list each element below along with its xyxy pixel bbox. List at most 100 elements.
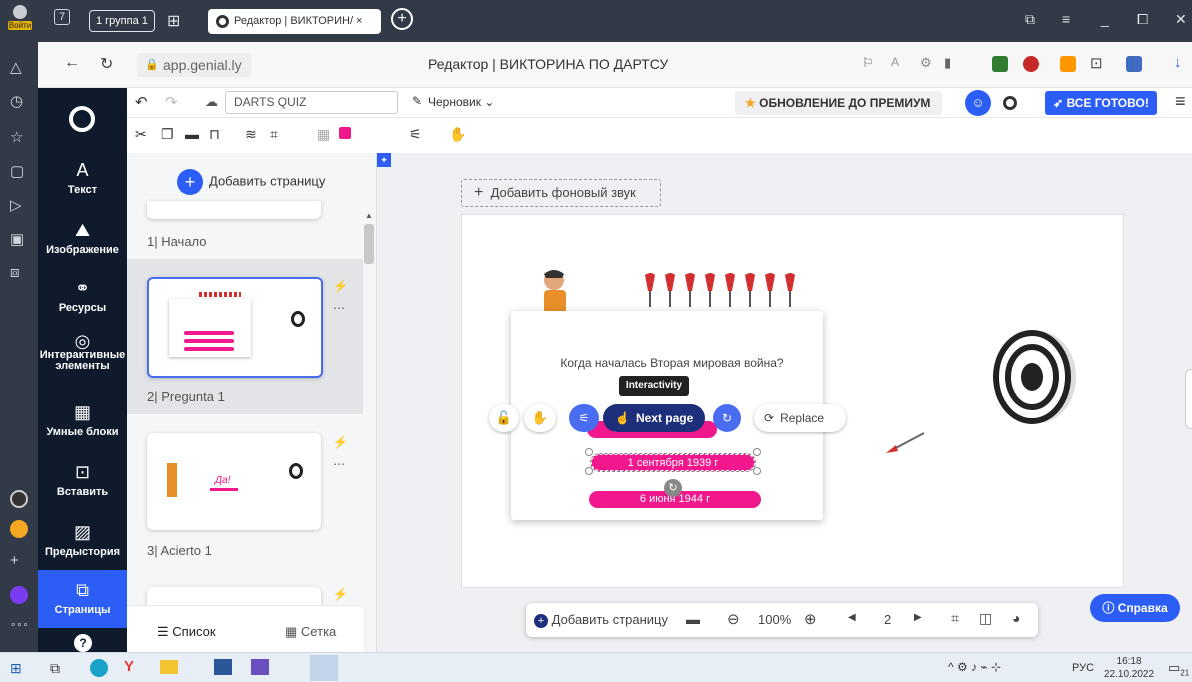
next-page-icon[interactable]: ▶: [914, 612, 922, 623]
notifications-icon[interactable]: △: [10, 58, 22, 76]
url-field[interactable]: 🔒 app.genial.ly: [137, 53, 251, 77]
delete-icon[interactable]: ▬: [185, 126, 199, 142]
menu-icon[interactable]: ≡: [1062, 11, 1070, 27]
list-view-button[interactable]: ☰ Список: [157, 624, 216, 640]
element-lock-button[interactable]: 🔓: [489, 404, 519, 432]
project-name-field[interactable]: DARTS QUIZ: [225, 91, 398, 114]
back-icon[interactable]: ←: [64, 54, 80, 72]
trash-icon[interactable]: ▬: [686, 611, 700, 627]
extension-red-icon[interactable]: [1023, 56, 1039, 72]
preview-icon[interactable]: [1003, 96, 1017, 110]
magic-icon[interactable]: ⚡: [333, 279, 348, 293]
tab-count-icon[interactable]: 7: [54, 9, 71, 25]
page-thumbnail-1[interactable]: [147, 201, 321, 219]
profile-avatar[interactable]: Войти: [8, 5, 32, 35]
app-orange-icon[interactable]: [10, 520, 28, 538]
side-panel-tab[interactable]: [1185, 369, 1192, 429]
layers-icon[interactable]: ≋: [245, 126, 257, 143]
app-icon[interactable]: [251, 659, 269, 675]
tray-icons[interactable]: ^ ⚙ ♪ ⌁ ⊹: [948, 660, 1001, 674]
scrollbar[interactable]: ▲: [363, 211, 375, 605]
screenshot-icon[interactable]: ⧈: [10, 264, 20, 281]
upgrade-button[interactable]: ★ ОБНОВЛЕНИЕ ДО ПРЕМИУМ: [735, 91, 942, 115]
hamburger-menu-icon[interactable]: ≡: [1175, 91, 1186, 112]
rotate-handle-icon[interactable]: ↻: [664, 479, 682, 497]
cut-icon[interactable]: ✂: [135, 126, 147, 143]
sidebar-app-icon[interactable]: ▣: [10, 230, 24, 248]
zoom-out-icon[interactable]: ⊖: [727, 610, 740, 628]
page-thumbnail-2[interactable]: [147, 277, 323, 378]
profile-ext-icon[interactable]: [1126, 56, 1142, 72]
magic-icon[interactable]: ⚡: [333, 435, 348, 449]
add-app-icon[interactable]: +: [10, 552, 19, 569]
reader-icon[interactable]: A: [891, 55, 899, 69]
active-browser-tab[interactable]: Редактор | ВИКТОРИН/ ×: [208, 9, 381, 34]
next-page-button[interactable]: ☝ Next page: [603, 404, 705, 432]
new-tab-icon[interactable]: +: [391, 8, 413, 30]
extension-green-icon[interactable]: [992, 56, 1008, 72]
help-button[interactable]: ⓘ Справка: [1090, 594, 1180, 622]
add-sound-button[interactable]: + Добавить фоновый звук: [461, 179, 661, 207]
page-thumbnail-4[interactable]: [147, 587, 321, 607]
bookmark-icon[interactable]: ▮: [944, 55, 951, 71]
edit-interaction-button[interactable]: ↻: [713, 404, 741, 432]
scroll-thumb[interactable]: [364, 224, 374, 264]
fit-screen-icon[interactable]: ⌗: [951, 610, 959, 627]
resize-handle[interactable]: [585, 448, 593, 456]
download-icon[interactable]: ↓: [1174, 54, 1182, 71]
redo-icon[interactable]: ↷: [165, 93, 178, 111]
draft-dropdown[interactable]: Черновик ⌄: [428, 95, 494, 109]
maximize-icon[interactable]: ⧠: [1137, 11, 1148, 28]
extension-colorful-icon[interactable]: [1060, 56, 1076, 72]
sidebar-item-resources[interactable]: ⚭ Ресурсы: [38, 278, 127, 314]
add-page-top-button[interactable]: + Добавить страницу: [177, 169, 325, 195]
pin-icon[interactable]: ✦: [377, 153, 391, 167]
sidebar-item-text[interactable]: A Текст: [38, 160, 127, 196]
element-hand-button[interactable]: ✋: [524, 404, 556, 432]
word-icon[interactable]: [214, 659, 232, 675]
transparency-icon[interactable]: ▦: [317, 126, 330, 143]
page-more-icon[interactable]: ⋯: [333, 301, 345, 315]
add-page-bottom-button[interactable]: + Добавить страницу: [534, 612, 668, 628]
color-swatch[interactable]: [339, 127, 351, 139]
align-icon[interactable]: ⌗: [270, 126, 278, 143]
collections-icon[interactable]: ⊡: [1090, 54, 1103, 72]
notes-icon[interactable]: ▢: [10, 162, 24, 180]
task-view-icon[interactable]: ⧉: [50, 660, 60, 677]
minimize-icon[interactable]: _: [1101, 11, 1109, 27]
media-icon[interactable]: ▷: [10, 196, 22, 214]
history-icon[interactable]: ◷: [10, 92, 23, 110]
resize-handle[interactable]: [753, 448, 761, 456]
all-ready-button[interactable]: ➶ ВСЕ ГОТОВО!: [1045, 91, 1157, 115]
extension-icon[interactable]: ⚙: [920, 55, 932, 71]
resize-handle[interactable]: [585, 467, 593, 475]
sidebar-item-pages[interactable]: ⧉ Страницы: [38, 570, 127, 628]
undo-icon[interactable]: ↶: [135, 93, 148, 111]
new-group-icon[interactable]: ⊞: [167, 11, 180, 31]
scroll-up-icon[interactable]: ▲: [363, 211, 375, 220]
replace-button[interactable]: ⟳ Replace: [754, 404, 846, 432]
more-apps-icon[interactable]: ∘∘∘: [10, 620, 29, 631]
interactivity-icon[interactable]: ⚟: [409, 126, 422, 143]
sidebar-item-smart-blocks[interactable]: ▦ Умные блоки: [38, 402, 127, 438]
windows-start-icon[interactable]: ⊞: [10, 660, 22, 677]
copy-icon[interactable]: ❐: [161, 126, 174, 143]
grab-hand-icon[interactable]: ✋: [449, 126, 466, 143]
notifications-center-icon[interactable]: ▭21: [1168, 660, 1189, 678]
interactivity-toggle[interactable]: ⚟: [569, 404, 599, 432]
help-icon[interactable]: ?: [74, 634, 92, 652]
answer-2-selected[interactable]: 1 сентября 1939 г: [590, 453, 756, 472]
sidebar-item-insert[interactable]: ⊡ Вставить: [38, 462, 127, 498]
clock[interactable]: 16:18 22.10.2022: [1104, 655, 1154, 681]
tab-menu-icon[interactable]: ⧉: [1025, 11, 1035, 28]
close-window-icon[interactable]: ✕: [1175, 11, 1187, 28]
add-user-icon[interactable]: ☺: [965, 90, 991, 116]
grid-view-button[interactable]: ▦ Сетка: [285, 624, 336, 640]
sidebar-item-interactive[interactable]: ◎ Интерактивные элементы: [38, 332, 127, 372]
explorer-icon[interactable]: [160, 660, 178, 674]
app-purple-icon[interactable]: [10, 586, 28, 604]
theme-icon[interactable]: ◕: [1012, 610, 1020, 626]
app-dot-icon[interactable]: [10, 490, 28, 508]
page-more-icon[interactable]: ⋯: [333, 457, 345, 471]
prev-page-icon[interactable]: ◀: [848, 612, 856, 623]
